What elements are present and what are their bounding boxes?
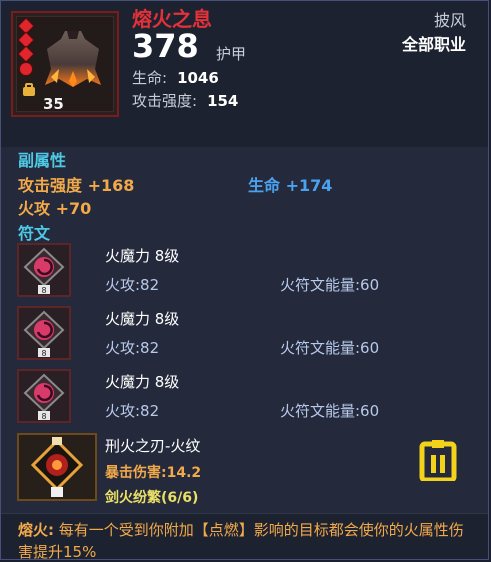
rune-name: 火魔力 8级: [105, 310, 180, 328]
rune-icon: 8: [23, 373, 65, 421]
rune-level: 8: [41, 412, 46, 421]
secondary-value: +168: [87, 176, 135, 195]
clipboard-icon[interactable]: [419, 439, 459, 481]
secondary-value: +174: [285, 176, 333, 195]
armor-value: 378: [132, 27, 199, 65]
stat-health: 生命: 1046: [132, 67, 219, 88]
secondary-label: 火攻: [18, 199, 51, 218]
rune-name: 火魔力 8级: [105, 247, 180, 265]
stat-attack: 攻击强度: 154: [132, 90, 238, 111]
set-name: 刑火之刃-火纹: [105, 437, 201, 455]
rune-energy: 火符文能量:60: [280, 339, 380, 357]
item-level: 35: [43, 95, 64, 113]
item-class: 全部职业: [401, 35, 466, 54]
rune-name: 火魔力 8级: [105, 373, 180, 391]
set-count: 剑火纷繁(6/6): [105, 490, 199, 506]
item-icon-frame[interactable]: 35: [11, 11, 119, 117]
rune-set-slot[interactable]: [17, 433, 97, 501]
effect-description: 每有一个受到你附加【点燃】影响的目标都会使你的火属性伤害提升15%: [18, 521, 464, 560]
rune-energy: 火符文能量:60: [280, 276, 380, 294]
item-slot: 披风: [433, 11, 466, 30]
set-icon: [30, 437, 84, 497]
stat-value: 1046: [177, 69, 219, 87]
rune-stat: 火攻:82: [105, 339, 160, 357]
effect-keyword: 熔火:: [18, 521, 54, 539]
secondary-health: 生命 +174: [248, 172, 332, 196]
rune-slot-3[interactable]: 8: [17, 369, 71, 423]
bag-icon: [23, 83, 35, 96]
stat-value: 154: [207, 92, 239, 110]
runes-title: 符文: [18, 224, 51, 243]
secondary-label: 生命: [248, 176, 281, 195]
item-tooltip: 35 熔火之息 378 护甲 披风 全部职业 生命: 1046 攻击强度: 154 …: [0, 0, 489, 560]
secondary-attack: 攻击强度 +168: [18, 172, 134, 196]
rune-stat: 火攻:82: [105, 276, 160, 294]
stat-label: 攻击强度:: [132, 92, 198, 110]
rune-level: 8: [41, 349, 46, 358]
secondary-title: 副属性: [18, 151, 67, 170]
cloak-icon: [45, 31, 101, 87]
secondary-fire: 火攻 +70: [18, 195, 91, 219]
stat-label: 生命:: [132, 69, 168, 87]
rune-level: 8: [41, 286, 46, 295]
rune-energy: 火符文能量:60: [280, 402, 380, 420]
rune-slot-2[interactable]: 8: [17, 306, 71, 360]
rune-slot-1[interactable]: 8: [17, 243, 71, 297]
rune-icon: 8: [23, 247, 65, 295]
armor-label: 护甲: [216, 45, 247, 63]
rune-icon: 8: [23, 310, 65, 358]
secondary-label: 攻击强度: [18, 176, 83, 195]
rune-stat: 火攻:82: [105, 402, 160, 420]
secondary-value: +70: [55, 199, 92, 218]
gem-icon: [20, 63, 32, 75]
effect-text: 熔火: 每有一个受到你附加【点燃】影响的目标都会使你的火属性伤害提升15%: [18, 519, 478, 560]
set-crit: 暴击伤害:14.2: [105, 465, 202, 481]
